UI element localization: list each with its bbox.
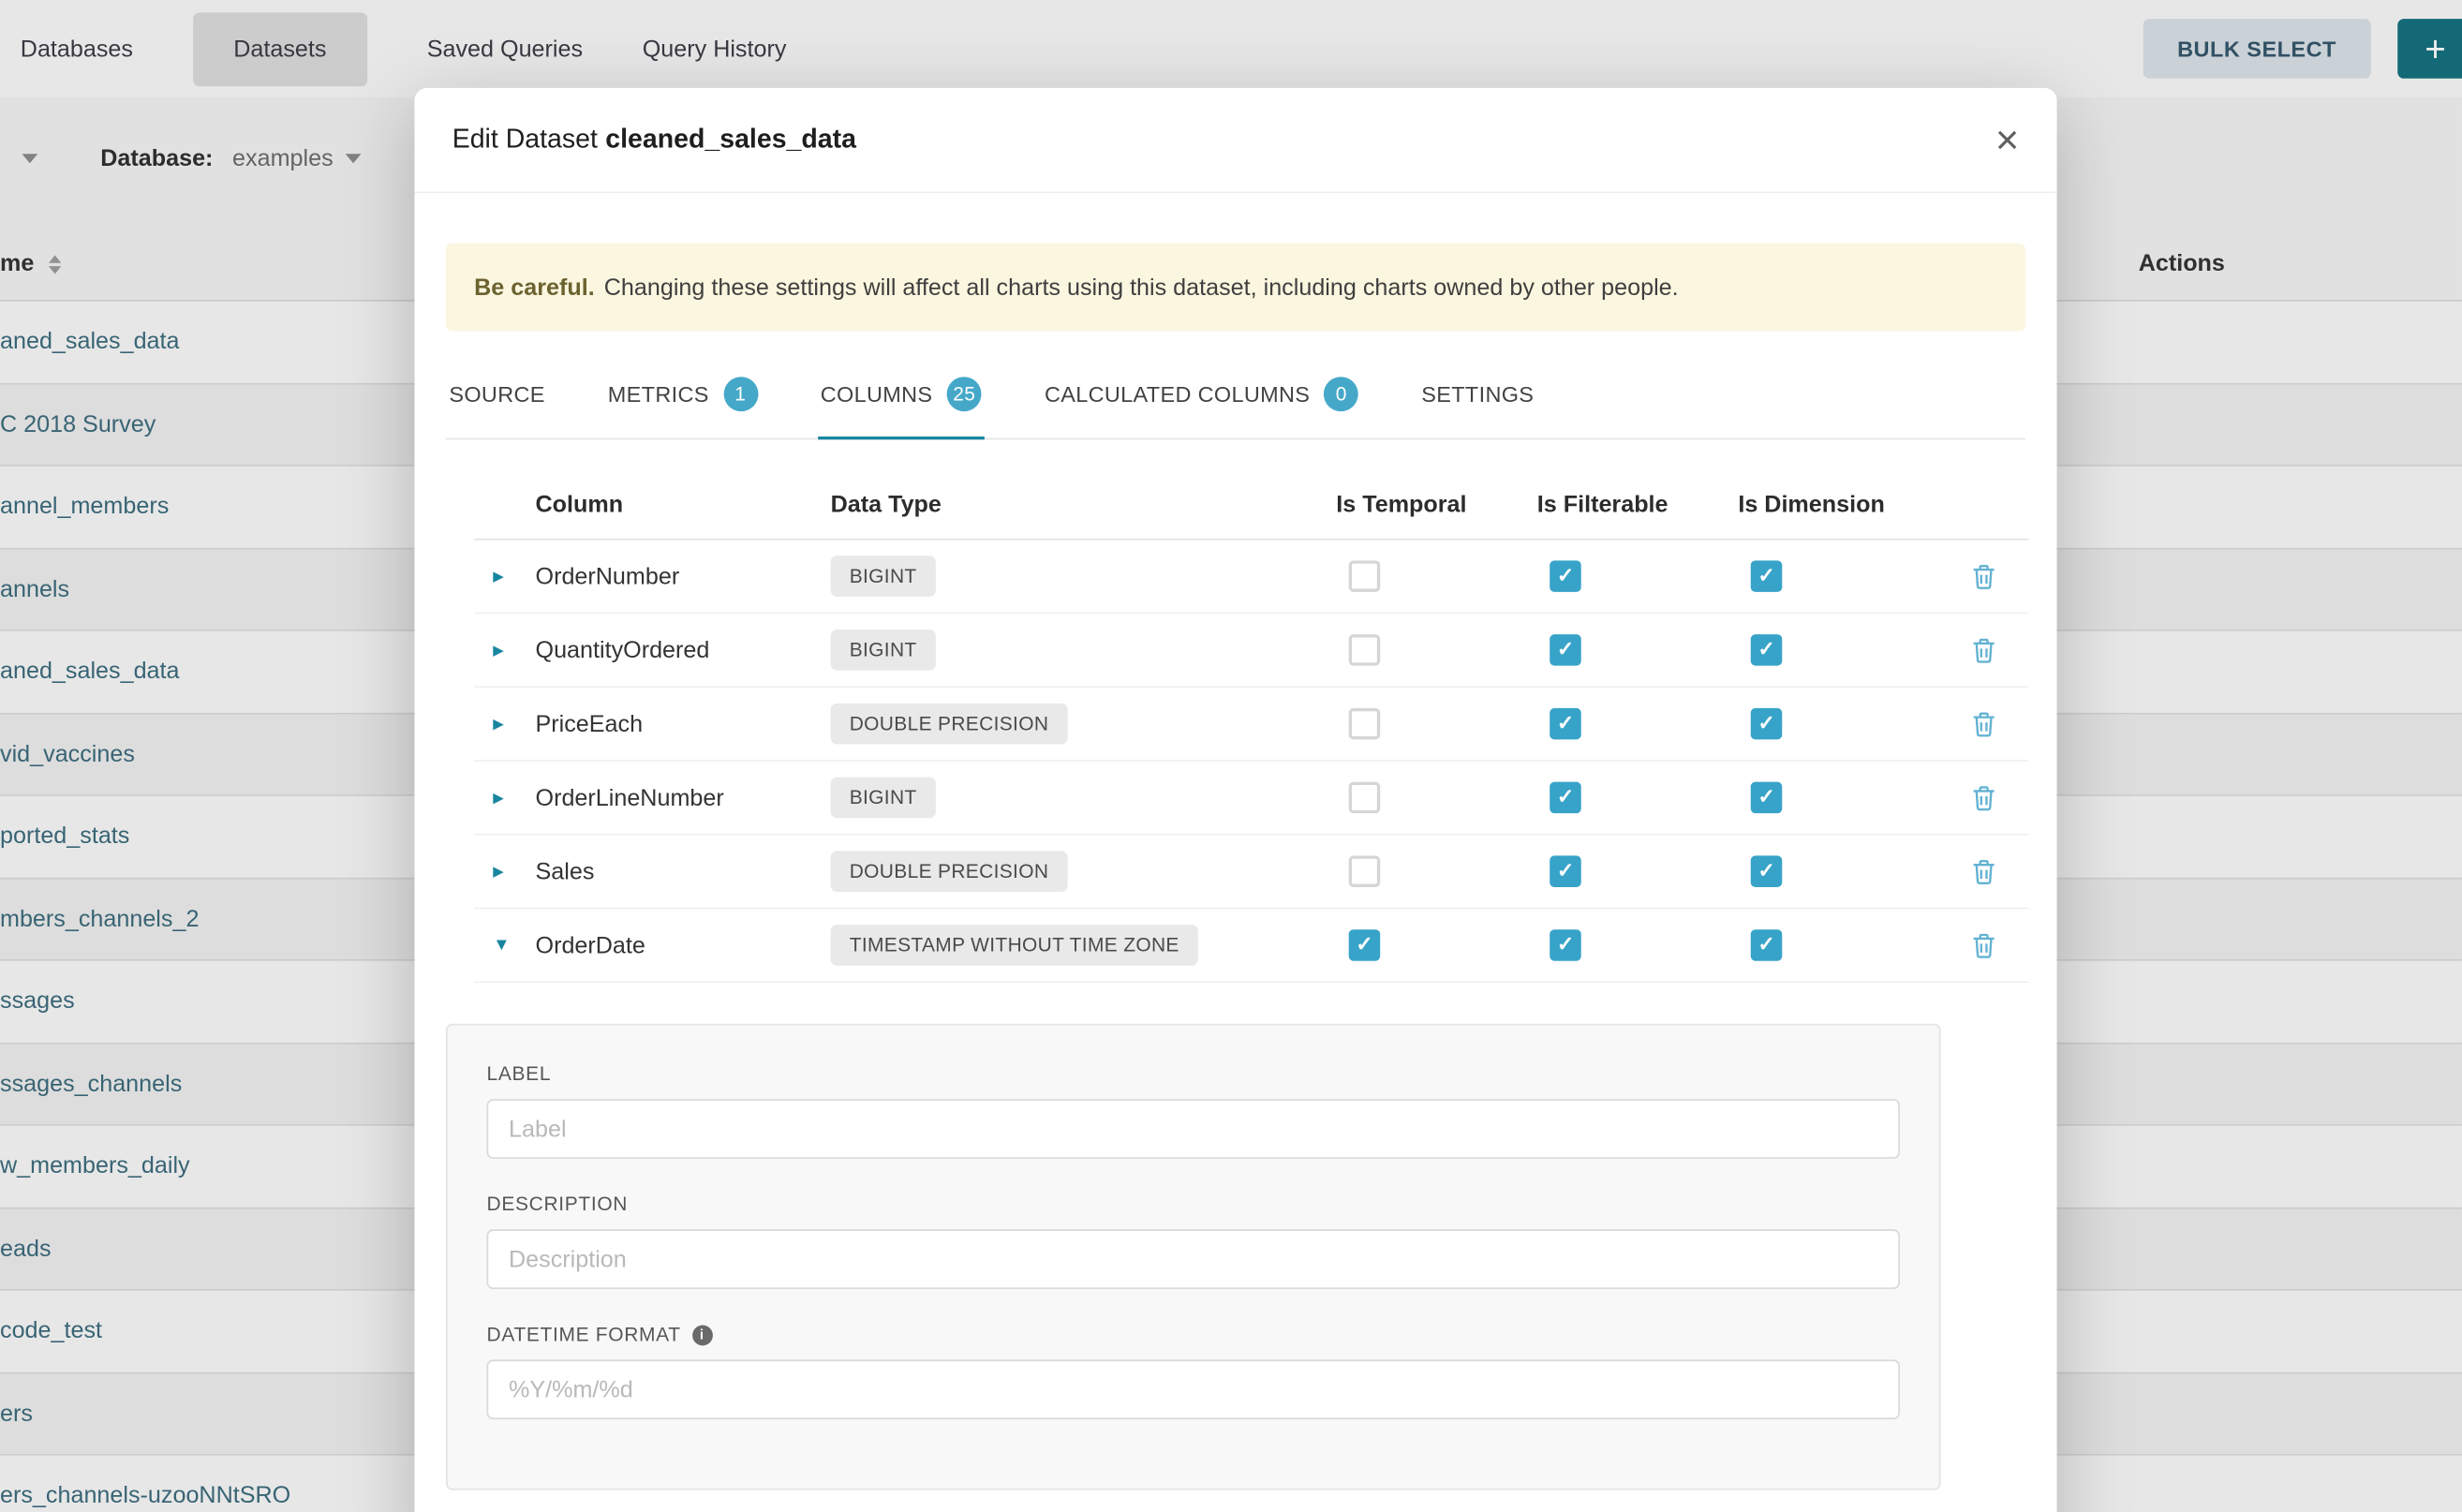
is-filterable-checkbox[interactable] <box>1550 708 1581 740</box>
column-row: QuantityOrdered BIGINT <box>474 614 2028 688</box>
tab-settings[interactable]: SETTINGS <box>1418 350 1537 438</box>
tab-source[interactable]: SOURCE <box>446 350 548 438</box>
info-icon[interactable] <box>691 1325 712 1345</box>
description-field-label: DESCRIPTION <box>487 1193 1900 1215</box>
is-dimension-checkbox[interactable] <box>1751 634 1783 666</box>
is-temporal-checkbox[interactable] <box>1349 708 1381 740</box>
column-name: OrderNumber <box>536 563 831 589</box>
tab-badge: 0 <box>1324 377 1358 411</box>
data-type-pill: BIGINT <box>831 778 936 819</box>
is-filterable-checkbox[interactable] <box>1550 929 1581 961</box>
trash-icon <box>1972 563 1995 589</box>
expand-caret-icon[interactable] <box>474 643 535 657</box>
datetime-format-field: DATETIME FORMAT <box>487 1324 1900 1419</box>
column-row: OrderDate TIMESTAMP WITHOUT TIME ZONE <box>474 909 2028 983</box>
tab-badge: 25 <box>947 377 982 411</box>
description-input[interactable] <box>487 1229 1900 1289</box>
tab-calculated-columns[interactable]: CALCULATED COLUMNS 0 <box>1042 350 1362 438</box>
data-type-header: Data Type <box>831 492 1337 518</box>
modal-header: Edit Datasetcleaned_sales_data × <box>414 88 2056 193</box>
expand-caret-icon[interactable] <box>474 717 535 731</box>
column-name: QuantityOrdered <box>536 637 831 663</box>
is-dimension-checkbox[interactable] <box>1751 708 1783 740</box>
column-row: Sales DOUBLE PRECISION <box>474 836 2028 910</box>
column-header: Column <box>536 492 831 518</box>
delete-column-button[interactable] <box>1972 858 1995 884</box>
column-detail-panel: LABEL DESCRIPTION DATETIME FORMAT <box>446 1024 1941 1490</box>
is-dimension-checkbox[interactable] <box>1751 929 1783 961</box>
label-input[interactable] <box>487 1099 1900 1159</box>
datetime-format-field-label: DATETIME FORMAT <box>487 1324 1900 1345</box>
warning-body-text: Changing these settings will affect all … <box>604 274 1679 300</box>
trash-icon <box>1972 637 1995 663</box>
is-dimension-header: Is Dimension <box>1738 492 1939 518</box>
is-temporal-header: Is Temporal <box>1336 492 1537 518</box>
tab-label: SOURCE <box>449 381 544 407</box>
data-type-pill: BIGINT <box>831 630 936 671</box>
trash-icon <box>1972 710 1995 736</box>
modal-title: Edit Datasetcleaned_sales_data <box>452 124 856 156</box>
tab-columns[interactable]: COLUMNS 25 <box>817 350 985 438</box>
expand-caret-icon[interactable] <box>474 937 535 954</box>
tab-label: SETTINGS <box>1421 381 1534 407</box>
data-type-pill: DOUBLE PRECISION <box>831 851 1068 892</box>
column-name: OrderLineNumber <box>536 784 831 810</box>
app-root: Databases Datasets Saved Queries Query H… <box>0 0 2462 1512</box>
is-temporal-checkbox[interactable] <box>1349 929 1381 961</box>
is-dimension-checkbox[interactable] <box>1751 560 1783 592</box>
is-temporal-checkbox[interactable] <box>1349 855 1381 887</box>
column-name: OrderDate <box>536 932 831 958</box>
is-dimension-checkbox[interactable] <box>1751 855 1783 887</box>
tab-label: CALCULATED COLUMNS <box>1045 381 1310 407</box>
tab-metrics[interactable]: METRICS 1 <box>604 350 761 438</box>
close-icon: × <box>1995 116 2019 163</box>
trash-icon <box>1972 858 1995 884</box>
is-filterable-checkbox[interactable] <box>1550 855 1581 887</box>
expand-caret-icon[interactable] <box>474 791 535 805</box>
column-row: OrderLineNumber BIGINT <box>474 762 2028 836</box>
tab-label: COLUMNS <box>821 381 933 407</box>
label-field: LABEL <box>487 1063 1900 1159</box>
expand-caret-icon[interactable] <box>474 570 535 584</box>
column-name: PriceEach <box>536 710 831 736</box>
close-button[interactable]: × <box>1995 119 2019 160</box>
modal-tabs: SOURCE METRICS 1 COLUMNS 25 CALCULATED C… <box>446 350 2025 440</box>
is-filterable-checkbox[interactable] <box>1550 560 1581 592</box>
modal-dataset-name: cleaned_sales_data <box>605 124 856 154</box>
delete-column-button[interactable] <box>1972 932 1995 958</box>
description-field: DESCRIPTION <box>487 1193 1900 1289</box>
is-dimension-checkbox[interactable] <box>1751 782 1783 814</box>
datetime-format-input[interactable] <box>487 1359 1900 1419</box>
modal-title-prefix: Edit Dataset <box>452 124 598 154</box>
data-type-pill: TIMESTAMP WITHOUT TIME ZONE <box>831 925 1198 966</box>
data-type-pill: BIGINT <box>831 556 936 597</box>
data-type-pill: DOUBLE PRECISION <box>831 704 1068 745</box>
column-row: OrderNumber BIGINT <box>474 541 2028 615</box>
label-field-label: LABEL <box>487 1063 1900 1085</box>
datetime-format-label-text: DATETIME FORMAT <box>487 1324 681 1345</box>
delete-column-button[interactable] <box>1972 710 1995 736</box>
column-row: PriceEach DOUBLE PRECISION <box>474 688 2028 762</box>
edit-dataset-modal: Edit Datasetcleaned_sales_data × Be care… <box>414 88 2056 1512</box>
tab-label: METRICS <box>608 381 709 407</box>
modal-body: Be careful. Changing these settings will… <box>414 244 2056 1490</box>
warning-bold-text: Be careful. <box>474 274 595 300</box>
delete-column-button[interactable] <box>1972 784 1995 810</box>
delete-column-button[interactable] <box>1972 637 1995 663</box>
delete-column-button[interactable] <box>1972 563 1995 589</box>
is-filterable-checkbox[interactable] <box>1550 782 1581 814</box>
warning-banner: Be careful. Changing these settings will… <box>446 244 2025 332</box>
tab-badge: 1 <box>723 377 758 411</box>
trash-icon <box>1972 932 1995 958</box>
columns-table: Column Data Type Is Temporal Is Filterab… <box>474 471 2028 983</box>
is-temporal-checkbox[interactable] <box>1349 560 1381 592</box>
is-filterable-checkbox[interactable] <box>1550 634 1581 666</box>
expand-caret-icon[interactable] <box>474 865 535 879</box>
is-temporal-checkbox[interactable] <box>1349 782 1381 814</box>
is-temporal-checkbox[interactable] <box>1349 634 1381 666</box>
columns-table-header: Column Data Type Is Temporal Is Filterab… <box>474 471 2028 541</box>
trash-icon <box>1972 784 1995 810</box>
is-filterable-header: Is Filterable <box>1537 492 1739 518</box>
column-name: Sales <box>536 858 831 884</box>
